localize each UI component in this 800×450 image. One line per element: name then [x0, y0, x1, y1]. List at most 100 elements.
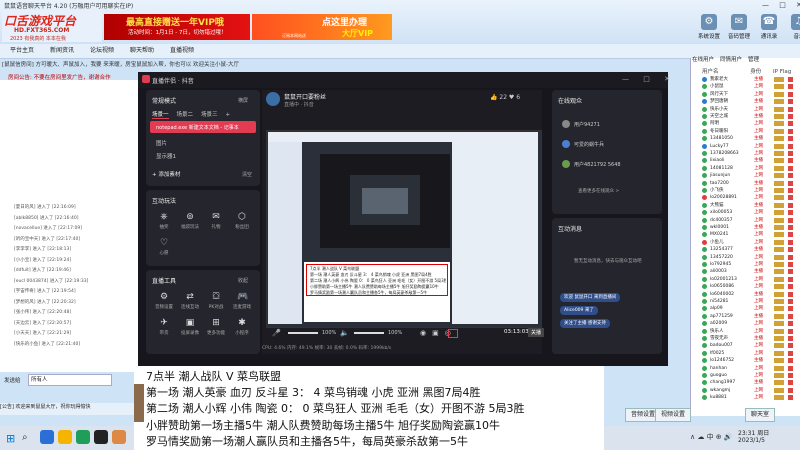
- user-row[interactable]: lo792945 上网: [702, 261, 798, 268]
- user-row[interactable]: alp09 上网: [702, 305, 798, 312]
- tab-2[interactable]: 论坛视频: [86, 46, 118, 56]
- user-row[interactable]: chang1997 主播: [702, 379, 798, 386]
- stream-app-icon[interactable]: [94, 430, 108, 444]
- scene-tabs[interactable]: 场景一 场景二 场景三 +: [152, 110, 238, 119]
- tool-item-4[interactable]: ✈ 带货: [152, 318, 176, 336]
- mic-volume-slider[interactable]: [288, 332, 318, 334]
- user-row[interactable]: wkl0001 主播: [702, 224, 798, 231]
- user-tab-1[interactable]: 同情用户: [720, 57, 742, 63]
- user-row[interactable]: 快乐人 上网: [702, 328, 798, 335]
- user-row[interactable]: ap771259 主播: [702, 313, 798, 320]
- user-row[interactable]: 14081128 上网: [702, 165, 798, 172]
- user-row[interactable]: wkangmj 上网: [702, 387, 798, 394]
- interact-item-2[interactable]: ✉ 礼物: [204, 212, 228, 230]
- user-row[interactable]: 小飞侠 上网: [702, 187, 798, 194]
- stream-app-window-controls[interactable]: — □ ✕: [622, 75, 676, 83]
- user-row[interactable]: 梦回唐朝 主播: [702, 98, 798, 105]
- user-row[interactable]: lo1246752 主播: [702, 357, 798, 364]
- user-tab-0[interactable]: 在线用户: [692, 57, 714, 63]
- user-row[interactable]: xilo00053 上网: [702, 209, 798, 216]
- windows-start-icon[interactable]: ⊞: [6, 432, 15, 445]
- top-tool-2[interactable]: ☎ 通讯录: [756, 14, 782, 40]
- user-row[interactable]: badou007 上网: [702, 342, 798, 349]
- user-row[interactable]: lo02001213 上网: [702, 276, 798, 283]
- view-more-viewers[interactable]: 查看更多在线观众 >: [578, 188, 619, 194]
- folder-icon[interactable]: [58, 430, 72, 444]
- user-row[interactable]: ku8881 上网: [702, 394, 798, 401]
- interact-item-3[interactable]: ⬡ 粉丝团: [230, 212, 254, 230]
- user-row[interactable]: 13457220 上网: [702, 254, 798, 261]
- bottom-button-1[interactable]: 视频设置: [655, 408, 692, 422]
- stream-title[interactable]: 鼠鼠开口要粉丝: [284, 92, 326, 101]
- user-row[interactable]: 雪夜无声 主播: [702, 335, 798, 342]
- source-item-image[interactable]: 图片: [156, 139, 167, 147]
- system-tray[interactable]: ∧ ☁ 中 ⊕ 🔊: [690, 432, 733, 442]
- interact-item-0[interactable]: ⎈ 抽奖: [152, 212, 176, 230]
- tool-item-3[interactable]: 🎮 连麦游戏: [230, 292, 254, 310]
- viewer-name[interactable]: 可爱的蜗牛兵: [574, 141, 604, 148]
- user-row[interactable]: lo20028891 上网: [702, 194, 798, 201]
- viewer-name[interactable]: 用户4821792 5648: [574, 161, 621, 168]
- user-row[interactable]: lo6040002 主播: [702, 291, 798, 298]
- add-source-button[interactable]: + 添加素材: [152, 170, 180, 178]
- user-row[interactable]: jiasunjun 上网: [702, 172, 798, 179]
- scene-tab-0[interactable]: 场景一: [152, 112, 169, 119]
- recipient-select[interactable]: 所有人: [28, 374, 112, 386]
- user-row[interactable]: dc400357 上网: [702, 217, 798, 224]
- source-item-display[interactable]: 显示器1: [156, 152, 176, 160]
- app-icon-3[interactable]: [76, 430, 90, 444]
- tool-item-5[interactable]: ▣ 投屏录像: [178, 318, 202, 336]
- user-row[interactable]: 1378208663 上网: [702, 150, 798, 157]
- user-row[interactable]: lixiaoli 主播: [702, 157, 798, 164]
- user-row[interactable]: 小鼠鼠 上网: [702, 83, 798, 90]
- chat-app-icon[interactable]: [112, 430, 126, 444]
- scene-tab-1[interactable]: 场景二: [177, 112, 194, 118]
- window-controls[interactable]: — □ ✕: [762, 1, 800, 9]
- user-row[interactable]: 我家老大 主播: [702, 76, 798, 83]
- mode-label[interactable]: 常规模式: [152, 96, 176, 105]
- end-stream-button[interactable]: 关播: [528, 328, 545, 337]
- tab-4[interactable]: 直播视频: [166, 46, 198, 56]
- tool-item-1[interactable]: ⇄ 连线互动: [178, 292, 202, 310]
- tab-0[interactable]: 平台主页: [6, 46, 38, 56]
- top-tool-1[interactable]: ✉ 音码管理: [726, 14, 752, 40]
- user-row[interactable]: 风行天下 上网: [702, 91, 798, 98]
- orientation-toggle[interactable]: 横屏: [238, 97, 248, 104]
- tools-collapse[interactable]: 收起: [238, 277, 248, 284]
- scene-tab-3[interactable]: +: [226, 112, 231, 118]
- search-icon[interactable]: ⌕: [22, 432, 28, 443]
- user-row[interactable]: 大熊猫 主播: [702, 202, 798, 209]
- interact-item-4[interactable]: ♡ 心愿: [152, 238, 176, 256]
- user-row[interactable]: ali0003 主播: [702, 268, 798, 275]
- user-row[interactable]: 阿明 上网: [702, 120, 798, 127]
- tool-item-2[interactable]: ⛋ PK对战: [204, 292, 228, 310]
- tab-1[interactable]: 新闻资讯: [46, 46, 78, 56]
- speaker-volume-slider[interactable]: [354, 332, 384, 334]
- clear-sources-button[interactable]: 清空: [242, 171, 252, 178]
- user-row[interactable]: lo0650086 上网: [702, 283, 798, 290]
- user-row[interactable]: ni54281 上网: [702, 298, 798, 305]
- viewer-name[interactable]: 用户94271: [574, 121, 600, 128]
- bottom-button-2[interactable]: 聊天室: [745, 408, 776, 422]
- speaker-icon[interactable]: 🔈: [340, 329, 349, 337]
- user-row[interactable]: Lucky77 上网: [702, 143, 798, 150]
- tool-item-0[interactable]: ⚙ 音频设置: [152, 292, 176, 310]
- interact-item-1[interactable]: ⊚ 福袋玩法: [178, 212, 202, 230]
- mic-icon[interactable]: 🎤: [272, 329, 281, 337]
- top-tool-0[interactable]: ⚙ 系统设置: [696, 14, 722, 40]
- user-row[interactable]: 快乐小天 上网: [702, 106, 798, 113]
- tool-item-7[interactable]: ✱ 小程序: [230, 318, 254, 336]
- top-tool-3[interactable]: ♫ 音乐: [786, 14, 800, 40]
- app-icon-1[interactable]: [40, 430, 54, 444]
- user-row[interactable]: 13254377 主播: [702, 246, 798, 253]
- record-icon[interactable]: [448, 329, 458, 338]
- scene-tab-2[interactable]: 场景三: [201, 112, 218, 118]
- user-row[interactable]: a02009 上网: [702, 320, 798, 327]
- tool-item-6[interactable]: ⊞ 更多功能: [204, 318, 228, 336]
- user-row[interactable]: 小鱼儿 上网: [702, 239, 798, 246]
- user-row[interactable]: MX0241 上网: [702, 231, 798, 238]
- user-row[interactable]: hanhan 上网: [702, 365, 798, 372]
- user-row[interactable]: 天空之城 主播: [702, 113, 798, 120]
- user-list-tabs[interactable]: 在线用户 同情用户 管理: [692, 55, 765, 63]
- user-row[interactable]: lf0025 上网: [702, 350, 798, 357]
